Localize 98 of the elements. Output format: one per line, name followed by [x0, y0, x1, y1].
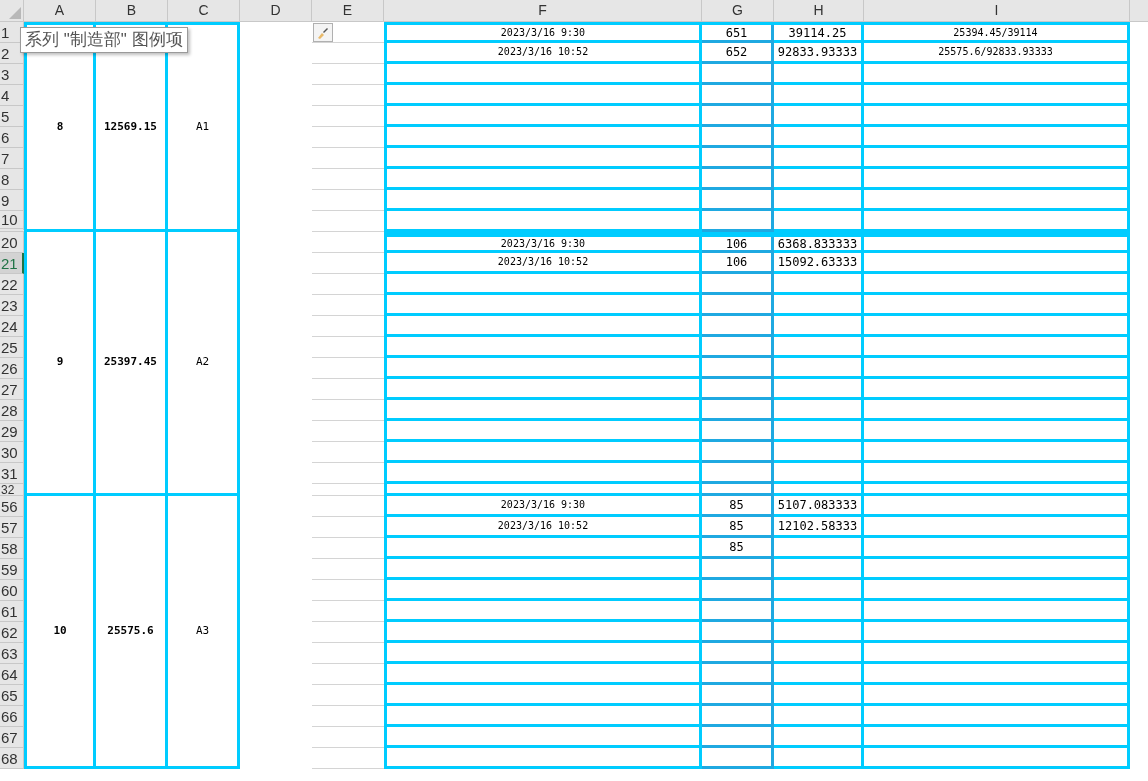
table-cell: 2023/3/16 10:52 [387, 43, 702, 64]
table-cell [702, 727, 774, 748]
table-cell [702, 211, 774, 232]
table-cell [702, 706, 774, 727]
table-cell: 2023/3/16 9:30 [387, 25, 702, 43]
row-header[interactable]: 61 [0, 601, 24, 622]
table-cell [702, 442, 774, 463]
row-header[interactable]: 59 [0, 559, 24, 580]
table-cell [702, 148, 774, 169]
table-cell [702, 400, 774, 421]
table-cell: 106 [702, 237, 774, 253]
row-header[interactable]: 20 [0, 232, 24, 253]
table-cell [702, 85, 774, 106]
table-cell [702, 358, 774, 379]
table-cell [702, 622, 774, 643]
table-cell: 6368.833333 [774, 237, 864, 253]
merged-cell: A3 [168, 496, 240, 769]
table-cell [702, 664, 774, 685]
merged-cell: 10 [24, 496, 96, 769]
row-header[interactable]: 58 [0, 538, 24, 559]
table-cell [702, 190, 774, 211]
table-cell [702, 127, 774, 148]
table-cell: 2023/3/16 10:52 [387, 517, 702, 538]
table-cell [702, 601, 774, 622]
table-cell: 85 [702, 517, 774, 538]
table-cell [702, 580, 774, 601]
row-header[interactable]: 21 [0, 253, 24, 274]
table-cell: 85 [702, 496, 774, 517]
row-header[interactable]: 22 [0, 274, 24, 295]
table-cell: 85 [702, 538, 774, 559]
column-header[interactable]: G [702, 0, 774, 22]
row-header[interactable]: 7 [0, 148, 24, 169]
row-header[interactable]: 62 [0, 622, 24, 643]
row-header[interactable]: 23 [0, 295, 24, 316]
row-header[interactable]: 65 [0, 685, 24, 706]
table-cell: 25575.6/92833.93333 [864, 43, 1130, 64]
row-header[interactable]: 24 [0, 316, 24, 337]
row-header[interactable]: 4 [0, 85, 24, 106]
row-header[interactable]: 32 [0, 484, 24, 496]
table-cell [702, 379, 774, 400]
table-cell: 2023/3/16 10:52 [387, 253, 702, 274]
table-cell [702, 169, 774, 190]
row-header[interactable]: 26 [0, 358, 24, 379]
merged-cell: A2 [168, 232, 240, 496]
row-header[interactable]: 63 [0, 643, 24, 664]
row-header[interactable]: 56 [0, 496, 24, 517]
merged-cell: 25397.45 [96, 232, 168, 496]
table-cell [702, 643, 774, 664]
row-header[interactable]: 27 [0, 379, 24, 400]
row-header[interactable]: 29 [0, 421, 24, 442]
row-header[interactable]: 60 [0, 580, 24, 601]
table-cell: 15092.63333 [774, 253, 864, 274]
table-cell [702, 484, 774, 496]
row-header[interactable]: 9 [0, 190, 24, 211]
row-header[interactable]: 28 [0, 400, 24, 421]
merged-cell: 25575.6 [96, 496, 168, 769]
table-cell: 652 [702, 43, 774, 64]
row-header[interactable]: 57 [0, 517, 24, 538]
corner-triangle-icon [9, 7, 21, 19]
row-header[interactable]: 10 [0, 211, 24, 232]
row-header[interactable]: 2 [0, 43, 24, 64]
row-header[interactable]: 8 [0, 169, 24, 190]
row-header[interactable]: 66 [0, 706, 24, 727]
row-header[interactable]: 6 [0, 127, 24, 148]
tooltip: 系列 "制造部" 图例项 [20, 27, 188, 53]
table-cell [702, 559, 774, 580]
table-cell: 5107.083333 [774, 496, 864, 517]
row-header[interactable]: 67 [0, 727, 24, 748]
table-cell [702, 421, 774, 442]
table-cell [702, 748, 774, 769]
table-cell: 92833.93333 [774, 43, 864, 64]
table-cell: 651 [702, 25, 774, 43]
table-cell [702, 316, 774, 337]
table-cell [702, 106, 774, 127]
row-header[interactable]: 30 [0, 442, 24, 463]
table-cell [702, 64, 774, 85]
table-cell: 39114.25 [774, 25, 864, 43]
table-cell: 12102.58333 [774, 517, 864, 538]
row-header[interactable]: 31 [0, 463, 24, 484]
table-cell [702, 337, 774, 358]
row-header[interactable]: 25 [0, 337, 24, 358]
column-header[interactable]: H [774, 0, 864, 22]
table-cell: 2023/3/16 9:30 [387, 237, 702, 253]
table-cell: 106 [702, 253, 774, 274]
row-header[interactable]: 64 [0, 664, 24, 685]
row-header[interactable]: 68 [0, 748, 24, 769]
row-header[interactable]: 5 [0, 106, 24, 127]
table-cell [702, 463, 774, 484]
column-header[interactable]: I [864, 0, 1130, 22]
row-header[interactable]: 3 [0, 64, 24, 85]
table-cell: 2023/3/16 9:30 [387, 496, 702, 517]
paste-brush-icon[interactable] [313, 23, 333, 42]
column-header[interactable]: F [384, 0, 702, 22]
table-cell [702, 685, 774, 706]
merged-cell: 9 [24, 232, 96, 496]
table-cell [702, 274, 774, 295]
table-cell: 25394.45/39114 [864, 25, 1130, 43]
table-cell [702, 295, 774, 316]
